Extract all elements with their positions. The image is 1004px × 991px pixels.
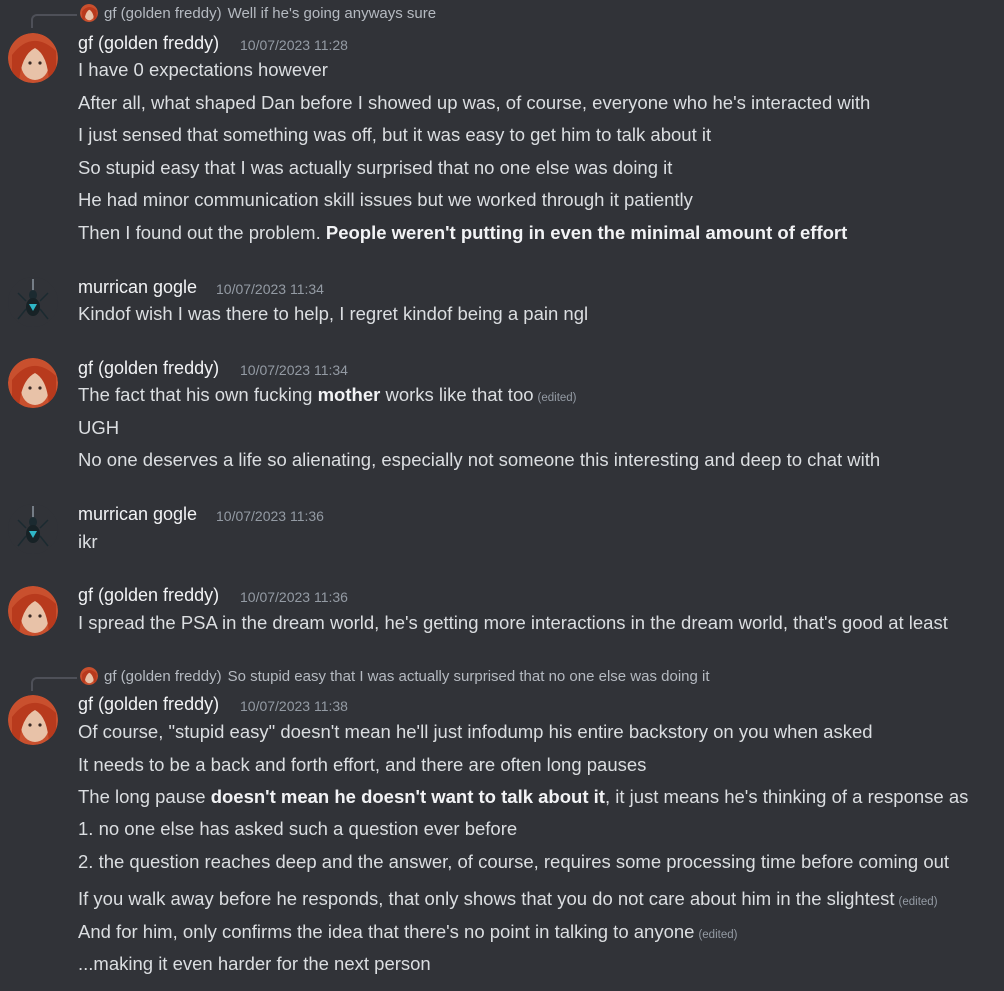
timestamp[interactable]: 10/07/2023 11:28 — [240, 37, 348, 53]
reply-text: Well if he's going anyways sure — [227, 4, 437, 22]
avatar[interactable] — [8, 695, 58, 745]
list-item: 2. the question reaches deep and the ans… — [78, 851, 950, 872]
message-line: And for him, only confirms the idea that… — [78, 921, 738, 942]
message-line: I spread the PSA in the dream world, he'… — [78, 612, 948, 633]
message-line: ...making it even harder for the next pe… — [78, 953, 431, 974]
author-name[interactable]: gf (golden freddy) — [78, 33, 219, 54]
author-name[interactable]: murrican gogle — [78, 277, 197, 298]
reply-spine — [31, 14, 77, 28]
avatar[interactable] — [8, 504, 58, 554]
timestamp[interactable]: 10/07/2023 11:34 — [216, 281, 324, 297]
message-line: Of course, "stupid easy" doesn't mean he… — [78, 721, 873, 742]
message-line: ikr — [78, 531, 98, 552]
bold-text: doesn't mean he doesn't want to talk abo… — [210, 786, 605, 807]
reply-text: So stupid easy that I was actually surpr… — [227, 667, 710, 685]
message-line: Kindof wish I was there to help, I regre… — [78, 303, 589, 324]
message-line: I just sensed that something was off, bu… — [78, 124, 712, 145]
author-name[interactable]: murrican gogle — [78, 504, 197, 525]
message-line: After all, what shaped Dan before I show… — [78, 92, 871, 113]
timestamp[interactable]: 10/07/2023 11:34 — [240, 362, 348, 378]
author-name[interactable]: gf (golden freddy) — [78, 694, 219, 715]
avatar[interactable] — [8, 586, 58, 636]
message-line: I have 0 expectations however — [78, 59, 328, 80]
edited-tag: (edited) — [898, 896, 938, 908]
bold-text: People weren't putting in even the minim… — [325, 222, 848, 243]
message-line: So stupid easy that I was actually surpr… — [78, 157, 673, 178]
edited-tag: (edited) — [698, 929, 738, 941]
message-line: If you walk away before he responds, tha… — [78, 888, 938, 909]
list-item: 1. no one else has asked such a question… — [78, 818, 518, 839]
reply-avatar — [80, 667, 98, 685]
reply-spine — [31, 677, 77, 691]
avatar[interactable] — [8, 33, 58, 83]
reply-author[interactable]: gf (golden freddy) — [104, 668, 222, 685]
reply-preview[interactable]: gf (golden freddy) So stupid easy that I… — [80, 667, 710, 685]
edited-tag: (edited) — [537, 392, 577, 404]
message-line: No one deserves a life so alienating, es… — [78, 449, 881, 470]
message-line: The long pause doesn't mean he doesn't w… — [78, 786, 969, 807]
timestamp[interactable]: 10/07/2023 11:36 — [240, 589, 348, 605]
message-line: It needs to be a back and forth effort, … — [78, 754, 647, 775]
message-line: Then I found out the problem. People wer… — [78, 222, 848, 243]
message-line: UGH — [78, 417, 120, 438]
timestamp[interactable]: 10/07/2023 11:38 — [240, 698, 348, 714]
avatar[interactable] — [8, 358, 58, 408]
author-name[interactable]: gf (golden freddy) — [78, 585, 219, 606]
timestamp[interactable]: 10/07/2023 11:36 — [216, 508, 324, 524]
message-line: He had minor communication skill issues … — [78, 189, 693, 210]
reply-avatar — [80, 4, 98, 22]
author-name[interactable]: gf (golden freddy) — [78, 358, 219, 379]
reply-author[interactable]: gf (golden freddy) — [104, 5, 222, 22]
message-line: The fact that his own fucking mother wor… — [78, 384, 577, 405]
reply-preview[interactable]: gf (golden freddy) Well if he's going an… — [80, 4, 436, 22]
bold-text: mother — [317, 384, 381, 405]
avatar[interactable] — [8, 277, 58, 327]
